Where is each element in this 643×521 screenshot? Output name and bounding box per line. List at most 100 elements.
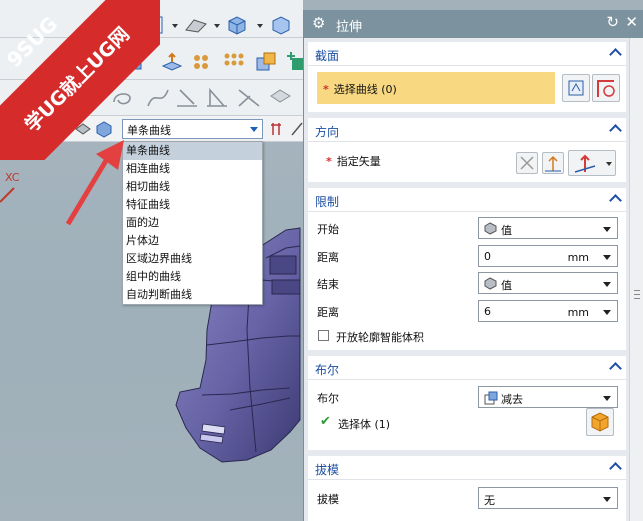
- chevron-down-icon[interactable]: [250, 127, 258, 132]
- sketch-icon: [568, 80, 584, 96]
- limits-header[interactable]: 限制: [308, 188, 626, 212]
- trim-icon[interactable]: [204, 86, 230, 110]
- draft-header[interactable]: 拔模: [308, 456, 626, 480]
- boolean-header[interactable]: 布尔: [308, 356, 626, 380]
- reset-icon[interactable]: ↻: [606, 13, 619, 31]
- end-type-value: 值: [501, 279, 512, 292]
- body-cube-icon: [591, 412, 609, 432]
- direction-title: 方向: [315, 125, 340, 139]
- chevron-down-icon[interactable]: [603, 497, 611, 502]
- graphics-window[interactable]: XC 单条曲线 单条曲线 相连曲线 相切曲线 特征曲线 面的边 片体边 区域边界…: [0, 0, 303, 521]
- offset-curve-icon[interactable]: [174, 86, 200, 110]
- curve-rule-option[interactable]: 面的边: [123, 214, 262, 232]
- limits-title: 限制: [315, 195, 340, 209]
- pattern-icon[interactable]: [190, 50, 214, 74]
- chevron-up-icon[interactable]: [609, 194, 622, 207]
- chevron-down-icon[interactable]: [603, 282, 611, 287]
- required-icon: *: [323, 83, 329, 96]
- curve-rule-option[interactable]: 片体边: [123, 232, 262, 250]
- datum-plus-icon[interactable]: [284, 50, 303, 74]
- curve-rule-option[interactable]: 组中的曲线: [123, 268, 262, 286]
- boolean-group: 布尔 布尔 减去 ✔ 选择体 (1): [308, 356, 626, 450]
- vector-label: 指定矢量: [336, 155, 381, 168]
- limits-group: 限制 开始 值 距离 0 mm 结束 值 距离 6 mm 开放轮廓智能体积: [308, 188, 626, 350]
- chevron-down-icon[interactable]: [214, 24, 220, 28]
- chevron-down-icon[interactable]: [257, 24, 263, 28]
- start-label: 开始: [317, 223, 339, 236]
- snap-point-icon[interactable]: [270, 120, 288, 138]
- chevron-down-icon[interactable]: [603, 255, 611, 260]
- boolean-title: 布尔: [315, 363, 340, 377]
- gear-icon[interactable]: ⚙: [312, 14, 325, 32]
- curve-rule-list[interactable]: 单条曲线 相连曲线 相切曲线 特征曲线 面的边 片体边 区域边界曲线 组中的曲线…: [122, 141, 263, 305]
- snap-end-icon[interactable]: [290, 120, 303, 138]
- chevron-down-icon[interactable]: [603, 310, 611, 315]
- dialog-title: 拉伸: [336, 20, 363, 35]
- curve-rule-option[interactable]: 区域边界曲线: [123, 250, 262, 268]
- unite-icon[interactable]: [254, 50, 278, 74]
- shaded-cube-icon[interactable]: [226, 14, 248, 36]
- start-type-select[interactable]: 值: [478, 217, 618, 239]
- reverse-direction-button[interactable]: [516, 152, 538, 174]
- view-orient-icon[interactable]: [184, 16, 208, 34]
- select-curve-text: * 选择曲线 (0): [323, 81, 397, 97]
- boolean-type-select[interactable]: 减去: [478, 386, 618, 408]
- draft-label: 拔模: [317, 493, 339, 506]
- vector-type-dropdown[interactable]: [568, 150, 616, 176]
- curve-rule-option[interactable]: 自动判断曲线: [123, 286, 262, 304]
- open-profile-checkbox[interactable]: [318, 330, 329, 341]
- select-body-label: 选择体 (1): [338, 418, 391, 431]
- curve-rule-option[interactable]: 相切曲线: [123, 178, 262, 196]
- scroll-grip-icon[interactable]: [634, 290, 640, 299]
- end-distance-field[interactable]: 6 mm: [478, 300, 618, 322]
- chevron-up-icon[interactable]: [609, 124, 622, 137]
- vector-icon: [545, 155, 561, 172]
- chevron-up-icon[interactable]: [609, 362, 622, 375]
- curve-rule-option[interactable]: 相连曲线: [123, 160, 262, 178]
- start-distance-field[interactable]: 0 mm: [478, 245, 618, 267]
- select-body-button[interactable]: [586, 408, 614, 436]
- chevron-down-icon[interactable]: [172, 24, 178, 28]
- curve-button[interactable]: [592, 74, 620, 102]
- extrude-icon[interactable]: [160, 50, 184, 74]
- reverse-direction-icon: [520, 156, 534, 170]
- project-icon[interactable]: [268, 86, 294, 110]
- array-icon[interactable]: [222, 50, 246, 74]
- end-distance-value: 6: [484, 305, 491, 318]
- value-icon: [484, 277, 497, 290]
- chevron-down-icon[interactable]: [603, 227, 611, 232]
- required-icon: *: [326, 155, 332, 168]
- start-type-value: 值: [501, 224, 512, 237]
- cube-icon[interactable]: [270, 14, 292, 36]
- select-curve-label: 选择曲线 (0): [333, 83, 397, 96]
- section-group: 截面 * 选择曲线 (0): [308, 42, 626, 112]
- curve-icon: [597, 80, 615, 97]
- chevron-down-icon[interactable]: [603, 396, 611, 401]
- boolean-type-value: 减去: [501, 393, 523, 406]
- dialog-title-bar[interactable]: ⚙ 拉伸 ↻ ✕: [304, 10, 643, 38]
- sketch-section-button[interactable]: [562, 74, 590, 102]
- dialog-scrollbar[interactable]: [629, 38, 643, 521]
- direction-header[interactable]: 方向: [308, 118, 626, 142]
- curve-rule-option[interactable]: 特征曲线: [123, 196, 262, 214]
- vector-text: * 指定矢量: [326, 153, 381, 169]
- extend-icon[interactable]: [236, 86, 262, 110]
- select-curve-row[interactable]: * 选择曲线 (0): [317, 72, 555, 104]
- subtract-icon: [484, 391, 498, 405]
- draft-type-select[interactable]: 无: [478, 487, 618, 509]
- xc-axis-icon: [0, 187, 15, 203]
- xc-axis-label: XC: [5, 171, 20, 184]
- end-type-select[interactable]: 值: [478, 272, 618, 294]
- section-header[interactable]: 截面: [308, 42, 626, 66]
- vector-dialog-button[interactable]: [542, 152, 564, 174]
- start-distance-unit: mm: [567, 251, 589, 264]
- dialog-body: 截面 * 选择曲线 (0) 方向 * 指定矢量 限制 开始 值 距离 0 mm …: [304, 38, 630, 521]
- section-title: 截面: [315, 49, 340, 63]
- end-distance-label: 距离: [317, 306, 339, 319]
- end-distance-unit: mm: [567, 306, 589, 319]
- chevron-up-icon[interactable]: [609, 48, 622, 61]
- value-icon: [484, 222, 497, 235]
- close-icon[interactable]: ✕: [625, 13, 638, 31]
- chevron-up-icon[interactable]: [609, 462, 622, 475]
- chevron-down-icon[interactable]: [606, 162, 612, 166]
